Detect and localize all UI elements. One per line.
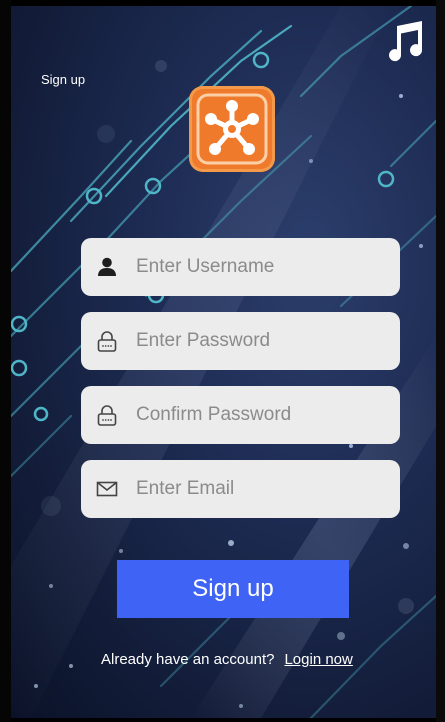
app-window: Sign up Enter Username Enter Email Sign … — [0, 0, 445, 722]
email-field[interactable] — [81, 460, 400, 518]
confirm-password-field[interactable] — [81, 386, 400, 444]
lock-icon — [97, 405, 117, 426]
username-field[interactable] — [81, 238, 400, 296]
lock-icon — [97, 331, 117, 352]
user-icon — [98, 257, 116, 276]
login-prompt-text: Already have an account? — [101, 651, 275, 668]
password-input[interactable] — [136, 330, 376, 352]
login-prompt: Already have an account? Login now — [101, 651, 353, 668]
confirm-password-input[interactable] — [136, 404, 376, 426]
email-input[interactable] — [136, 478, 376, 500]
signup-panel: Sign up Enter Username Enter Email Sign … — [11, 6, 436, 718]
page-title: Sign up — [41, 72, 86, 87]
network-hub-icon — [196, 93, 268, 165]
login-link[interactable]: Login now — [284, 651, 352, 668]
password-field[interactable] — [81, 312, 400, 370]
username-input[interactable] — [136, 256, 376, 278]
signup-button[interactable]: Sign up — [117, 560, 349, 618]
app-logo — [189, 86, 275, 172]
music-note-icon[interactable] — [384, 18, 428, 64]
envelope-icon — [96, 481, 118, 497]
